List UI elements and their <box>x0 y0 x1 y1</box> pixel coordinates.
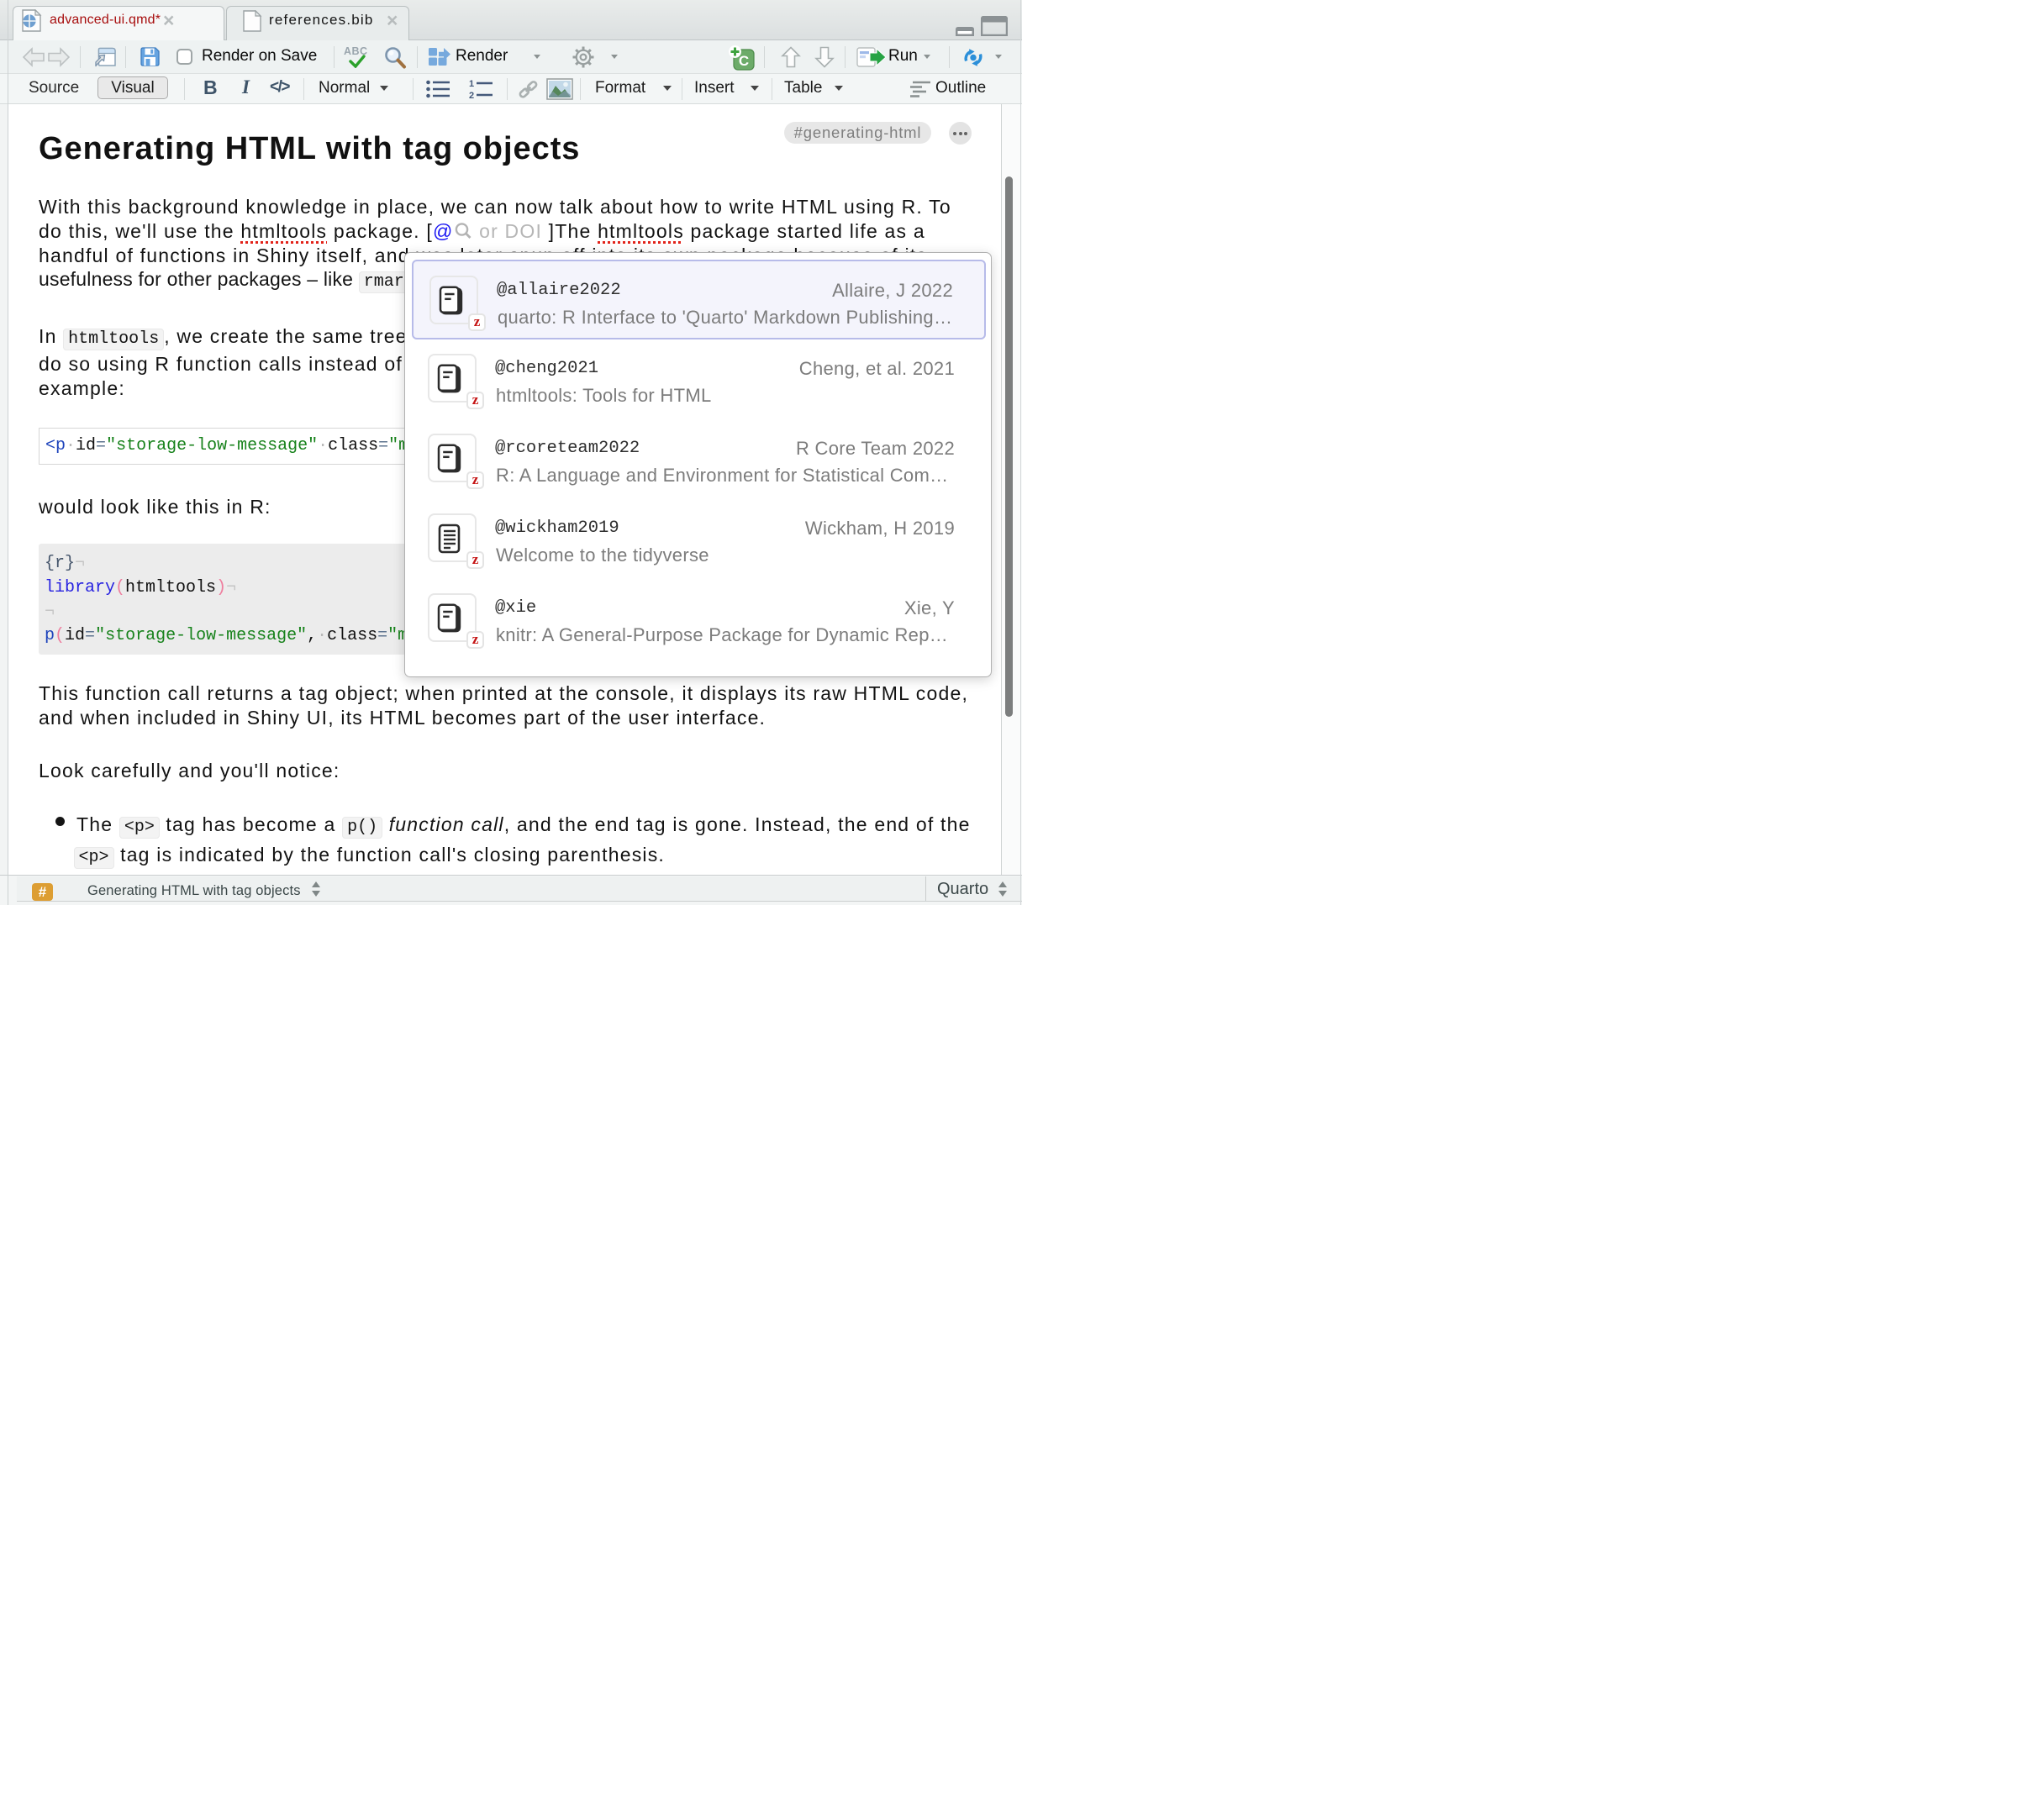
svg-text:2: 2 <box>469 91 474 99</box>
svg-text:1: 1 <box>469 79 474 89</box>
svg-text:C: C <box>739 53 749 69</box>
